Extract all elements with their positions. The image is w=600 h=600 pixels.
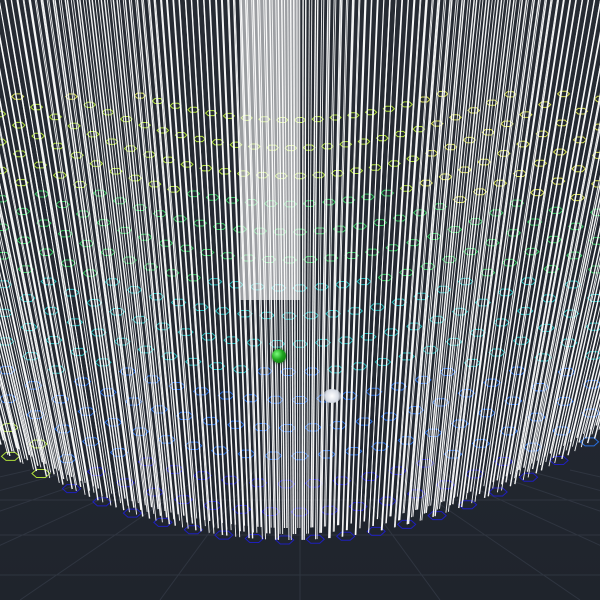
root-cell bbox=[172, 215, 188, 223]
root-cell bbox=[52, 171, 68, 179]
root-cell bbox=[244, 534, 265, 544]
hair-strand bbox=[458, 0, 523, 509]
root-cell bbox=[520, 277, 537, 286]
root-cell bbox=[200, 332, 217, 341]
root-cell bbox=[304, 479, 324, 488]
root-cell bbox=[60, 259, 77, 267]
root-cell bbox=[38, 248, 55, 256]
root-cell bbox=[145, 487, 165, 497]
root-cell bbox=[375, 135, 389, 142]
root-cell bbox=[406, 155, 420, 162]
root-cell bbox=[154, 322, 171, 331]
hair-strand bbox=[172, 0, 211, 521]
root-cell bbox=[242, 394, 260, 403]
root-cell bbox=[180, 161, 194, 168]
root-cell bbox=[281, 312, 297, 320]
root-cell bbox=[158, 239, 174, 247]
hair-strand bbox=[452, 0, 515, 505]
root-cell bbox=[465, 469, 485, 479]
root-cell bbox=[335, 281, 351, 289]
root-cell bbox=[335, 531, 356, 541]
root-cell bbox=[412, 209, 428, 217]
root-cell bbox=[183, 525, 204, 535]
root-cell bbox=[426, 233, 442, 241]
root-cell bbox=[427, 511, 447, 521]
root-cell bbox=[256, 367, 273, 376]
root-cell bbox=[356, 277, 372, 286]
strand-cluster bbox=[240, 0, 300, 300]
root-cell bbox=[0, 451, 21, 461]
root-cell bbox=[16, 236, 33, 244]
hair-strand bbox=[389, 0, 427, 517]
move-handle-icon[interactable] bbox=[323, 389, 341, 403]
hair-strands bbox=[0, 0, 600, 541]
root-cell bbox=[337, 336, 354, 345]
root-cell bbox=[313, 283, 329, 291]
root-cell bbox=[217, 391, 235, 400]
root-cell bbox=[383, 328, 400, 336]
root-cell bbox=[340, 391, 358, 400]
root-cell bbox=[396, 519, 417, 529]
root-cell bbox=[548, 206, 564, 214]
transform-gizmo-icon[interactable] bbox=[272, 349, 286, 363]
root-cell bbox=[15, 207, 31, 216]
root-cell bbox=[303, 311, 319, 320]
hair-strand bbox=[82, 0, 146, 506]
root-cell bbox=[11, 121, 26, 129]
root-cell bbox=[349, 167, 364, 174]
root-cell bbox=[350, 362, 368, 371]
root-cell bbox=[207, 278, 223, 286]
root-cell bbox=[246, 338, 263, 347]
root-cell bbox=[552, 148, 568, 156]
hair-strand bbox=[301, 0, 304, 540]
root-cell bbox=[192, 303, 209, 311]
root-cell bbox=[31, 468, 51, 478]
strand-scene bbox=[0, 0, 600, 600]
root-cell bbox=[549, 456, 569, 466]
root-cell bbox=[365, 387, 383, 396]
3d-viewport[interactable] bbox=[0, 0, 600, 600]
root-cell bbox=[327, 365, 344, 374]
root-cell bbox=[122, 508, 143, 518]
root-cell bbox=[530, 189, 545, 197]
root-cell bbox=[42, 306, 60, 315]
root-cell bbox=[352, 222, 368, 230]
root-cell bbox=[214, 307, 231, 315]
root-cell bbox=[369, 303, 386, 311]
root-cell bbox=[377, 273, 393, 282]
